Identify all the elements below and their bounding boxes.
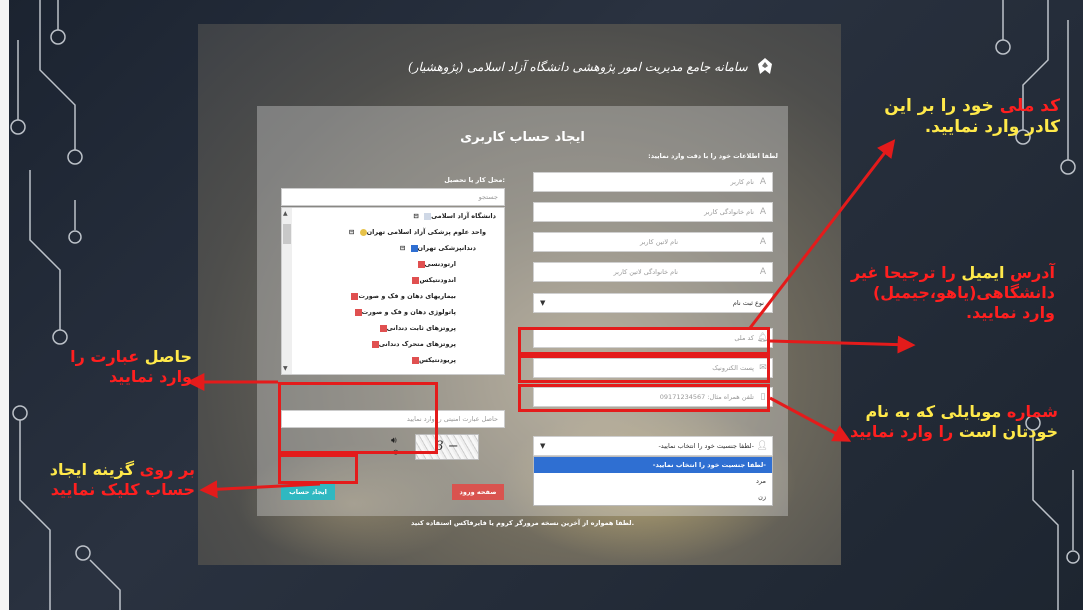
login-page-button[interactable]: صفحه ورود: [452, 484, 504, 500]
first-name-latin-input[interactable]: A نام لاتین کاربر: [533, 232, 773, 252]
annotation-national-code: کد ملی خود را بر این کادر وارد نمایید.: [884, 96, 1060, 138]
workplace-label: محل کار یا تحصیل:: [444, 176, 505, 184]
latin-letter-icon: A: [759, 267, 767, 277]
tree-item-label: پروتزهای ثابت دندانی: [386, 324, 456, 332]
chevron-down-icon: ▼: [540, 299, 546, 307]
tree-scrollbar[interactable]: ▲ ▼: [282, 208, 292, 374]
scroll-down-icon[interactable]: ▼: [283, 365, 288, 372]
highlight-national-code: [518, 327, 770, 355]
university-logo-icon: [757, 58, 772, 74]
site-banner: سامانه جامع مدیریت امور پژوهشی دانشگاه آ…: [408, 56, 776, 78]
gender-dropdown[interactable]: -لطفا جنسیت خود را انتخاب نمایید- مرد زن: [533, 456, 773, 506]
user-icon: A: [759, 207, 767, 217]
tree-item-label: پروتزهای متحرک دندانی: [378, 340, 456, 348]
first-name-latin-placeholder: نام لاتین کاربر: [640, 238, 678, 246]
gender-option[interactable]: -لطفا جنسیت خود را انتخاب نمایید-: [534, 457, 772, 473]
last-name-input[interactable]: A نام خانوادگی کاربر: [533, 202, 773, 222]
tree-item[interactable]: پروتزهای ثابت دندانی: [377, 324, 456, 332]
tree-item-label: دندانپزشکی تهران: [417, 244, 476, 252]
tree-item[interactable]: پاتولوژی دهان و فک و صورت: [352, 308, 456, 316]
tree-item[interactable]: ارتودنسی: [415, 260, 456, 268]
tree-item[interactable]: اندودنتیکس: [409, 276, 456, 284]
registration-type-select[interactable]: ▼ نوع ثبت نام: [533, 293, 773, 313]
tree-item-label: واحد علوم پزشکی آزاد اسلامی تهران: [366, 228, 486, 236]
gender-select[interactable]: ▼ 👤︎ -لطفا جنسیت خود را انتخاب نمایید-: [533, 436, 773, 456]
highlight-mobile: [518, 384, 770, 412]
book-icon: [371, 340, 379, 348]
form-title: ایجاد حساب کاربری: [460, 130, 585, 145]
book-icon: [354, 308, 362, 316]
highlight-email: [518, 355, 770, 383]
tree-item[interactable]: دانشگاه آزاد اسلامی ⊟: [413, 212, 496, 220]
last-name-latin-placeholder: نام خانوادگی لاتین کاربر: [613, 268, 678, 276]
book-icon: [411, 356, 419, 364]
highlight-create-button: [278, 454, 358, 484]
tree-item[interactable]: پروتزهای متحرک دندانی: [369, 340, 456, 348]
annotation-mobile: شماره موبایلی که به نام خودتان است را وا…: [850, 402, 1058, 441]
circuit-decoration-left: [10, 0, 121, 610]
scroll-up-icon[interactable]: ▲: [283, 210, 288, 217]
annotation-email: آدرس ایمیل را ترجیحا غیر دانشگاهی(یاهو،ج…: [851, 263, 1055, 322]
latin-letter-icon: A: [759, 237, 767, 247]
book-icon: [417, 260, 425, 268]
tree-search-input[interactable]: جستجو: [281, 188, 505, 206]
first-name-input[interactable]: A نام کاربر: [533, 172, 773, 192]
flag-icon: [410, 244, 418, 252]
tree-item-label: بیماریهای دهان و فک و صورت: [358, 292, 456, 300]
folder-icon: [359, 228, 367, 236]
tree-item-label: دانشگاه آزاد اسلامی: [431, 212, 496, 220]
browser-note: لطفا همواره از آخرین نسخه مرورگر کروم یا…: [410, 519, 635, 527]
gender-value: -لطفا جنسیت خود را انتخاب نمایید-: [658, 442, 754, 450]
tree-item[interactable]: دندانپزشکی تهران ⊟: [400, 244, 476, 252]
tree-item[interactable]: واحد علوم پزشکی آزاد اسلامی تهران ⊟: [349, 228, 486, 236]
scrollbar-thumb[interactable]: [283, 224, 291, 244]
gender-option[interactable]: زن: [534, 489, 772, 505]
form-instruction: لطفا اطلاعات خود را با دقت وارد نمایید:: [648, 152, 778, 160]
highlight-captcha: [278, 382, 438, 454]
banner-text: سامانه جامع مدیریت امور پژوهشی دانشگاه آ…: [408, 60, 748, 74]
workplace-tree[interactable]: ▲ ▼ دانشگاه آزاد اسلامی ⊟ واحد علوم پزشک…: [281, 207, 505, 375]
annotation-captcha: حاصل عبارت را وارد نمایید: [70, 347, 192, 386]
user-icon: 👤︎: [756, 441, 768, 451]
last-name-placeholder: نام خانوادگی کاربر: [704, 208, 754, 216]
registration-type-value: نوع ثبت نام: [732, 299, 764, 307]
tree-item-label: پاتولوژی دهان و فک و صورت: [361, 308, 456, 316]
last-name-latin-input[interactable]: A نام خانوادگی لاتین کاربر: [533, 262, 773, 282]
create-account-button[interactable]: ایجاد حساب: [281, 484, 335, 500]
chevron-down-icon: ▼: [540, 442, 546, 450]
tree-item-label: اندودنتیکس: [419, 276, 456, 284]
tree-item[interactable]: پریودنتیکس: [409, 356, 456, 364]
book-icon: [379, 324, 387, 332]
tree-item[interactable]: بیماریهای دهان و فک و صورت: [348, 292, 456, 300]
tree-item-label: پریودنتیکس: [418, 356, 456, 364]
annotation-create: بر روی گزینه ایجاد حساب کلیک نمایید: [49, 460, 195, 499]
gender-option[interactable]: مرد: [534, 473, 772, 489]
tree-item-label: ارتودنسی: [424, 260, 456, 268]
user-icon: A: [759, 177, 767, 187]
first-name-placeholder: نام کاربر: [730, 178, 755, 186]
